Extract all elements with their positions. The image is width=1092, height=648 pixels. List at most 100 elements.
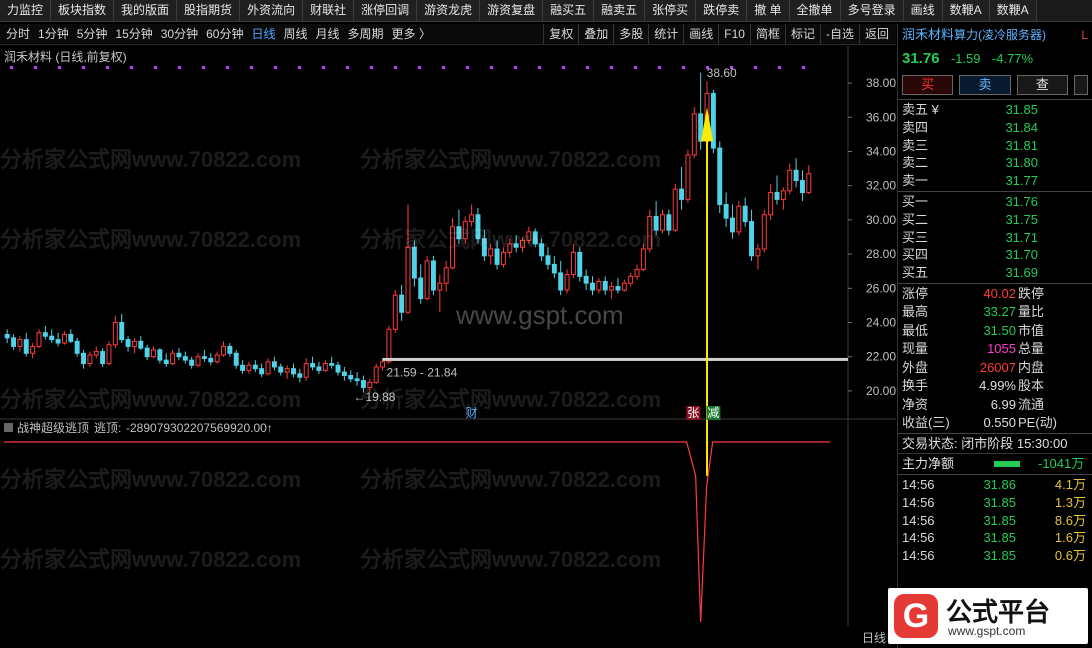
chart-tool-button[interactable]: 返回 — [858, 24, 894, 44]
toolbar-button[interactable]: 我的版面 — [114, 0, 178, 21]
chart-tool-button[interactable]: 复权 — [543, 24, 578, 44]
chart-tool-button[interactable]: 简框 — [749, 24, 785, 44]
signal-dot — [370, 66, 373, 69]
tick-price: 31.85 — [983, 548, 1016, 564]
toolbar-button[interactable]: 力监控 — [0, 0, 52, 21]
high-price-label: 38.60 — [707, 66, 737, 80]
period-indicator: 日线 — [862, 631, 887, 645]
stat-label: 净资 — [902, 396, 929, 412]
signal-dot — [202, 66, 205, 69]
toolbar-button[interactable]: 游资复盘 — [480, 0, 544, 21]
toolbar-button[interactable]: 画线 — [903, 0, 943, 21]
query-button[interactable]: 查 — [1016, 75, 1069, 95]
tick-volume: 8.6万 — [1054, 512, 1086, 528]
y-tick-label: 36.00 — [866, 110, 896, 124]
tick-time: 14:56 — [902, 476, 935, 492]
candle-body — [11, 337, 17, 347]
bid-label: 买五 — [902, 265, 929, 281]
candle-body — [182, 356, 188, 361]
site-watermark: www.gspt.com — [456, 300, 624, 330]
toolbar-button[interactable]: 外资流向 — [240, 0, 304, 21]
toolbar-button[interactable]: 全撤单 — [789, 0, 841, 21]
toolbar-button[interactable]: 数鞭A — [942, 0, 990, 21]
y-tick-label: 32.00 — [866, 179, 896, 193]
candle-body — [679, 188, 685, 200]
stat-row: 最高 33.27 量比 — [898, 303, 1092, 322]
ask-price: 31.81 — [1005, 137, 1038, 153]
candle-body — [93, 351, 99, 356]
stock-name[interactable]: 润禾材料 — [902, 27, 954, 42]
ask-price: 31.77 — [1005, 173, 1038, 189]
chart-tools: 复权 叠加 多股 统计 画线 F10 简框 标记 -自选 返回 — [543, 24, 894, 44]
bid-row: 买三 31.71 — [898, 229, 1092, 247]
marker-zhang: 张 — [687, 406, 699, 420]
tick-row: 14:56 31.85 8.6万 — [898, 512, 1092, 530]
candle-body — [17, 339, 23, 347]
toolbar-button[interactable]: 数鞭A — [989, 0, 1037, 21]
chart-tool-button[interactable]: -自选 — [819, 24, 859, 44]
toolbar-button[interactable]: 多号登录 — [840, 0, 904, 21]
candle-body — [246, 364, 252, 371]
toolbar-button[interactable]: 撤 单 — [747, 0, 790, 21]
period-tab[interactable]: 5分钟 — [73, 24, 112, 44]
signal-dot — [442, 66, 445, 69]
ask-book: 卖五 ¥ 31.85 卖四 31.84 卖三 31.81 卖二 31.80 卖一 31.77 — [898, 101, 1092, 190]
signal-dot — [466, 66, 469, 69]
period-tab[interactable]: 周线 — [279, 24, 311, 44]
sell-button[interactable]: 卖 — [959, 75, 1011, 95]
bid-row: 买五 31.69 — [898, 264, 1092, 282]
more-button[interactable] — [1074, 75, 1088, 95]
toolbar-button[interactable]: 融买五 — [543, 0, 595, 21]
bid-label: 买二 — [902, 211, 929, 227]
period-tab[interactable]: 日线 — [247, 24, 279, 44]
toolbar-button[interactable]: 财联社 — [303, 0, 355, 21]
candle-body — [119, 322, 125, 341]
toolbar-button[interactable]: 股指期货 — [177, 0, 241, 21]
period-tab[interactable]: 30分钟 — [157, 24, 202, 44]
kline-chart[interactable]: 38.00 36.00 34.00 32.00 30.00 28.00 26.00 24.00… — [0, 46, 896, 626]
period-tab[interactable]: 60分钟 — [202, 24, 247, 44]
candle-body — [106, 344, 112, 365]
candle-body — [195, 356, 201, 366]
stat-label: 流通 — [1018, 396, 1045, 412]
chart-tool-button[interactable]: F10 — [718, 24, 750, 44]
chart-tool-button[interactable]: 标记 — [784, 24, 820, 44]
tick-list[interactable]: 14:56 31.86 4.1万 14:56 31.85 1.3万 14:56 31.85 8.… — [898, 476, 1092, 565]
kline-chart-area[interactable]: 38.00 36.00 34.00 32.00 30.00 28.00 26.00 24.00… — [0, 46, 896, 626]
period-tab[interactable]: 多周期 — [344, 24, 388, 44]
candle-body — [513, 243, 519, 248]
candle-body — [736, 205, 742, 233]
stat-row: 最低 31.50 市值 — [898, 322, 1092, 341]
candle-body — [252, 364, 258, 370]
stat-value: 1055 — [987, 341, 1016, 357]
toolbar-button[interactable]: 融卖五 — [594, 0, 646, 21]
stock-stats: 涨停 40.02 跌停 最高 33.27 量比 最低 31.50 市值 现量 1055 总量 外盘 260… — [898, 285, 1092, 433]
chart-tool-button[interactable]: 多股 — [613, 24, 648, 44]
period-tab[interactable]: 分时 — [2, 24, 34, 44]
chart-title-text: 润禾材料 (日线,前复权) — [4, 50, 127, 64]
candle-body — [170, 352, 176, 365]
candle-body — [373, 366, 379, 383]
ask-label: 卖五 ¥ — [902, 102, 939, 117]
period-tab[interactable]: 更多 〉 — [388, 24, 435, 44]
chart-tool-button[interactable]: 叠加 — [578, 24, 613, 44]
period-tab[interactable]: 15分钟 — [111, 24, 156, 44]
chart-tool-button[interactable]: 画线 — [683, 24, 718, 44]
toolbar-button[interactable]: 张停买 — [645, 0, 697, 21]
toolbar-button[interactable]: 板块指数 — [51, 0, 115, 21]
period-tab[interactable]: 月线 — [312, 24, 344, 44]
toolbar-button[interactable]: 涨停回调 — [354, 0, 418, 21]
stock-concept[interactable]: 算力(凌冷服务器) — [954, 28, 1046, 42]
chart-tool-button[interactable]: 统计 — [648, 24, 683, 44]
candle-body — [144, 347, 150, 358]
tick-price: 31.85 — [983, 530, 1016, 546]
candle-body — [380, 361, 386, 368]
candle-body — [100, 351, 106, 365]
buy-button[interactable]: 买 — [902, 75, 954, 95]
candle-body — [500, 251, 506, 265]
candle-body — [437, 282, 443, 291]
toolbar-button[interactable]: 游资龙虎 — [417, 0, 481, 21]
y-tick-label: 20.00 — [866, 384, 896, 398]
toolbar-button[interactable]: 跌停卖 — [696, 0, 748, 21]
period-tab[interactable]: 1分钟 — [34, 24, 73, 44]
